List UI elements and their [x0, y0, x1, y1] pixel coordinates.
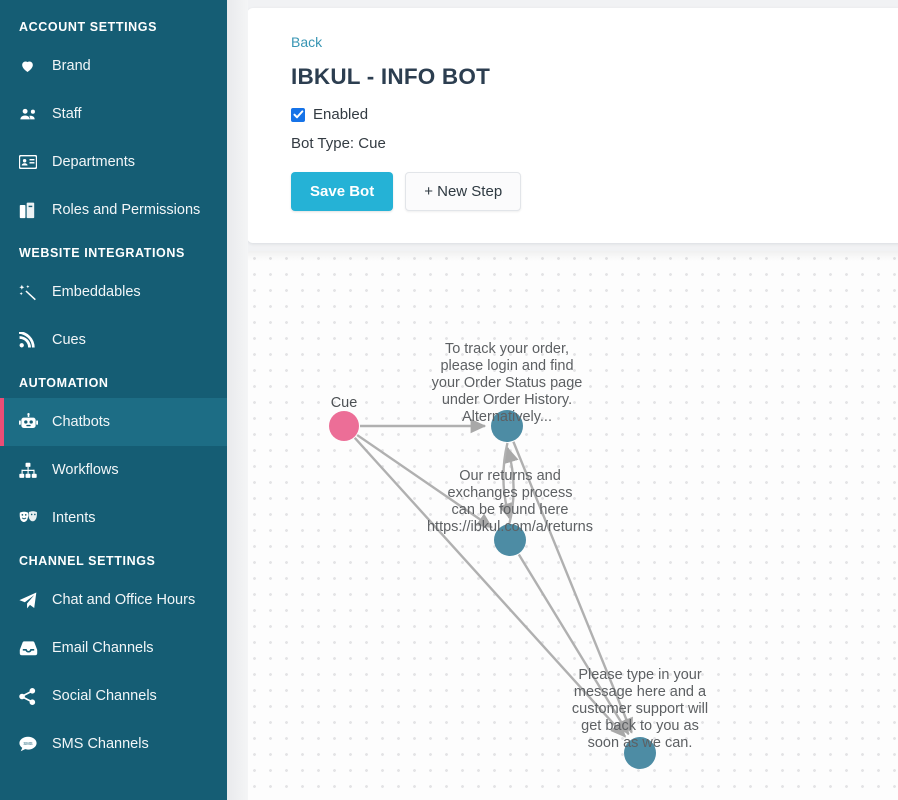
svg-text:SMS: SMS	[23, 741, 32, 746]
sidebar-item-social-channels[interactable]: Social Channels	[0, 672, 227, 720]
id-card-icon	[19, 155, 45, 169]
sidebar-item-label: Brand	[52, 58, 91, 74]
sidebar-item-brand[interactable]: Brand	[0, 42, 227, 90]
robot-icon	[19, 413, 45, 431]
sidebar-item-intents[interactable]: Intents	[0, 494, 227, 542]
sidebar-item-label: Email Channels	[52, 640, 154, 656]
sidebar-item-embeddables[interactable]: Embeddables	[0, 268, 227, 316]
back-link[interactable]: Back	[291, 34, 322, 50]
header-button-row: Save Bot + New Step	[291, 172, 874, 211]
share-icon	[19, 687, 45, 705]
sidebar-item-label: SMS Channels	[52, 736, 149, 752]
sidebar-item-label: Intents	[52, 510, 96, 526]
graph-node-label: To track your order, please login and fin…	[432, 341, 583, 425]
bot-header-card: Back IBKUL - INFO BOT Enabled Bot Type: …	[247, 8, 898, 243]
magic-wand-icon	[19, 284, 45, 301]
sidebar-group: AUTOMATION Chatbots Workflows Intents	[0, 368, 227, 542]
sidebar-item-label: Roles and Permissions	[52, 202, 201, 218]
heart-icon	[19, 58, 45, 74]
users-icon	[19, 106, 45, 122]
app-root: ACCOUNT SETTINGS Brand Staff Departments Rol…	[0, 0, 898, 800]
sidebar-content-gutter	[227, 0, 248, 800]
inbox-icon	[19, 640, 45, 656]
sidebar-item-workflows[interactable]: Workflows	[0, 446, 227, 494]
bot-flow-canvas[interactable]: Cue To track your order, please login and …	[247, 251, 898, 800]
sidebar-item-label: Chat and Office Hours	[52, 592, 196, 608]
enabled-label: Enabled	[313, 106, 369, 123]
graph-node-label: Please type in your message here and a cus…	[572, 667, 708, 751]
sidebar-item-label: Embeddables	[52, 284, 141, 300]
rss-icon	[19, 332, 45, 348]
bot-flow-graph[interactable]: Cue To track your order, please login and …	[247, 251, 898, 800]
sidebar-item-label: Chatbots	[52, 414, 111, 430]
sidebar-item-roles-and-permissions[interactable]: Roles and Permissions	[0, 186, 227, 234]
new-step-button[interactable]: + New Step	[405, 172, 522, 211]
sidebar-item-label: Workflows	[52, 462, 119, 478]
sidebar-item-label: Staff	[52, 106, 82, 122]
save-bot-button[interactable]: Save Bot	[291, 172, 394, 211]
sidebar-item-label: Departments	[52, 154, 136, 170]
sms-comment-icon: SMS	[19, 736, 45, 752]
theater-masks-icon	[19, 510, 45, 526]
graph-node-label: Cue	[331, 395, 358, 411]
main-content: Back IBKUL - INFO BOT Enabled Bot Type: …	[227, 0, 898, 800]
sidebar-group-title: AUTOMATION	[19, 376, 109, 390]
graph-node-label: Our returns and exchanges process can be f…	[427, 468, 593, 535]
sidebar-group-title: CHANNEL SETTINGS	[19, 554, 156, 568]
sidebar-item-label: Cues	[52, 332, 86, 348]
enabled-row: Enabled	[291, 106, 874, 123]
sidebar-item-chatbots[interactable]: Chatbots	[0, 398, 227, 446]
sidebar-group: ACCOUNT SETTINGS Brand Staff Departments Rol…	[0, 12, 227, 234]
sidebar-item-chat-and-office-hours[interactable]: Chat and Office Hours	[0, 576, 227, 624]
page-title: IBKUL - INFO BOT	[291, 64, 491, 89]
sitemap-icon	[19, 462, 45, 479]
sidebar-group-title: ACCOUNT SETTINGS	[19, 20, 158, 34]
sidebar-item-cues[interactable]: Cues	[0, 316, 227, 364]
sidebar-item-departments[interactable]: Departments	[0, 138, 227, 186]
graph-node-cue[interactable]	[329, 411, 359, 441]
paper-plane-icon	[19, 592, 45, 609]
sidebar-item-sms-channels[interactable]: SMS SMS Channels	[0, 720, 227, 768]
enabled-checkbox[interactable]	[291, 107, 305, 122]
sidebar-item-label: Social Channels	[52, 688, 157, 704]
sidebar: ACCOUNT SETTINGS Brand Staff Departments Rol…	[0, 0, 227, 800]
sidebar-group-title: WEBSITE INTEGRATIONS	[19, 246, 185, 260]
sidebar-item-email-channels[interactable]: Email Channels	[0, 624, 227, 672]
briefcase-icon	[19, 202, 45, 219]
sidebar-nav-list: ACCOUNT SETTINGS Brand Staff Departments Rol…	[0, 0, 227, 768]
sidebar-group: WEBSITE INTEGRATIONS Embeddables Cues	[0, 238, 227, 364]
sidebar-group: CHANNEL SETTINGS Chat and Office Hours Ema…	[0, 546, 227, 768]
bot-type-text: Bot Type: Cue	[291, 135, 386, 152]
sidebar-item-staff[interactable]: Staff	[0, 90, 227, 138]
